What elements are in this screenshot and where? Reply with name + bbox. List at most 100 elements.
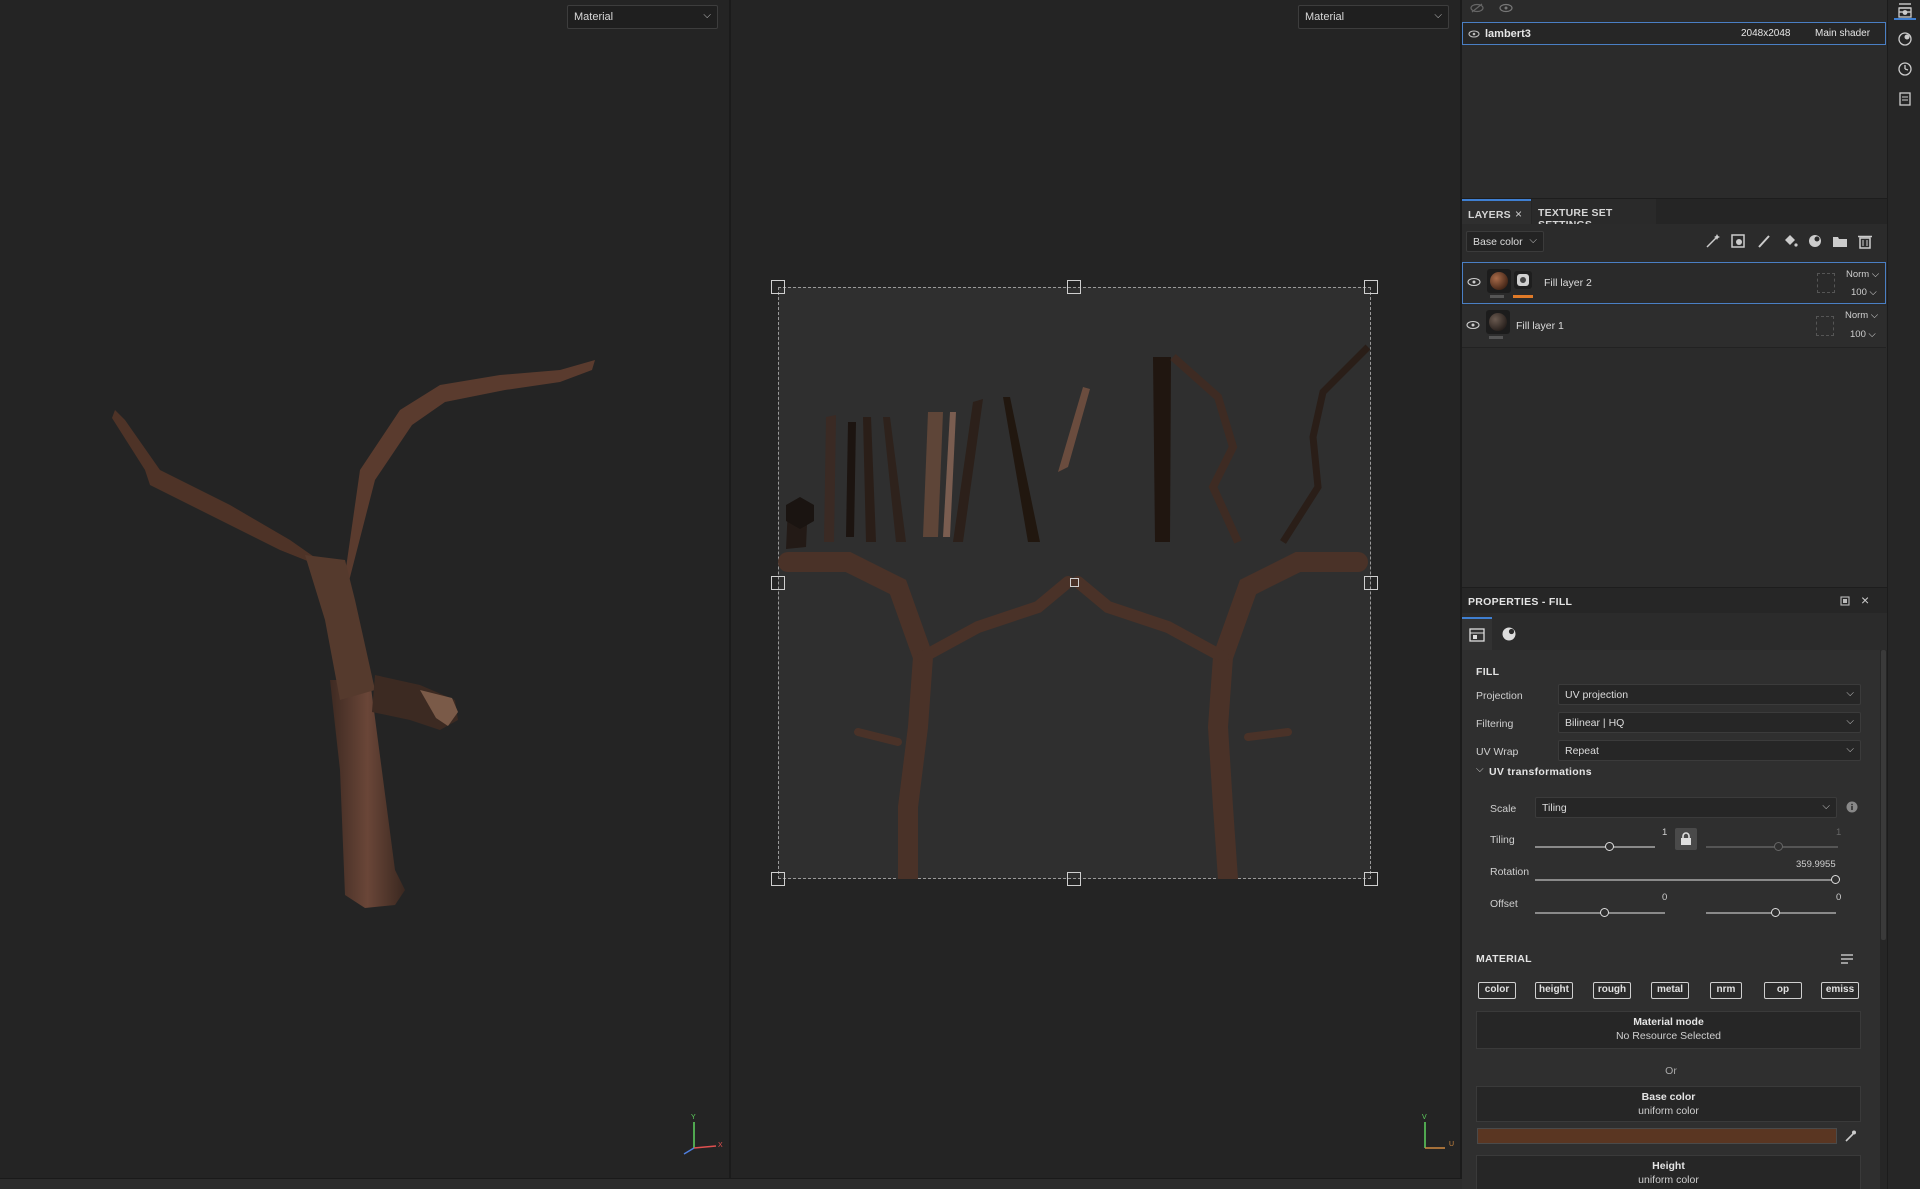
scrollbar-thumb[interactable] [1881, 650, 1886, 940]
right-viewport-mode-select[interactable]: Material ⌵ [1298, 5, 1449, 29]
opacity-value: 100 [1850, 329, 1866, 340]
layer-material-thumbnail[interactable] [1486, 310, 1510, 334]
fill-bucket-icon[interactable] [1782, 233, 1798, 249]
handle-br[interactable] [1364, 872, 1378, 886]
eye-icon[interactable] [1466, 320, 1480, 330]
tiling-u-slider[interactable] [1535, 846, 1655, 848]
projection-select[interactable]: UV projection ⌵ [1558, 684, 1861, 705]
chevron-down-icon: ⌵ [1822, 801, 1830, 812]
right-viewport-mode-value: Material [1305, 11, 1345, 23]
texture-set-toolbar [1462, 0, 1887, 22]
opacity-value: 100 [1851, 287, 1867, 298]
magic-wand-icon[interactable] [1705, 233, 1721, 249]
layer-row[interactable]: Fill layer 1 Norm ⌵ 100 ⌵ [1462, 306, 1886, 348]
eye-icon[interactable] [1498, 2, 1514, 14]
rotation-knob[interactable] [1831, 875, 1840, 884]
tiling-v-value: 1 [1836, 827, 1842, 838]
camera-icon[interactable] [1897, 4, 1913, 20]
handle-bl[interactable] [771, 872, 785, 886]
add-mask-icon[interactable] [1730, 233, 1746, 249]
texture-set-shader: Main shader [1815, 28, 1871, 39]
height-title: Height [1652, 1160, 1685, 1172]
uv-transformations-toggle[interactable]: ⌵ UV transformations [1476, 764, 1676, 780]
chevron-down-icon: ⌵ [1529, 235, 1537, 246]
folder-icon[interactable] [1832, 233, 1848, 249]
undock-icon[interactable] [1840, 596, 1850, 606]
opacity-select[interactable]: 100 ⌵ [1850, 329, 1876, 340]
handle-ml[interactable] [771, 576, 785, 590]
channel-chip-emiss[interactable]: emiss [1821, 982, 1859, 999]
tab-texture-set-settings[interactable]: TEXTURE SET SETTINGS [1532, 199, 1656, 231]
projection-value: UV projection [1565, 689, 1629, 701]
handle-mr[interactable] [1364, 576, 1378, 590]
channel-chip-height[interactable]: height [1535, 982, 1573, 999]
handle-bc[interactable] [1067, 872, 1081, 886]
log-icon[interactable] [1897, 91, 1913, 107]
2d-viewport[interactable]: Material ⌵ V U [731, 0, 1460, 1178]
eyedropper-icon[interactable] [1843, 1129, 1857, 1143]
layer-row[interactable]: Fill layer 2 Norm ⌵ 100 ⌵ [1462, 262, 1886, 304]
lock-icon [1681, 832, 1691, 845]
channel-select[interactable]: Base color ⌵ [1466, 231, 1544, 252]
history-icon[interactable] [1897, 61, 1913, 77]
tiling-u-knob[interactable] [1605, 842, 1614, 851]
rotation-slider[interactable] [1535, 879, 1835, 881]
channel-chip-color[interactable]: color [1478, 982, 1516, 999]
paint-brush-icon[interactable] [1756, 233, 1772, 249]
opacity-select[interactable]: 100 ⌵ [1851, 287, 1877, 298]
base-color-box[interactable]: Base color uniform color [1476, 1086, 1861, 1122]
channel-chip-metal[interactable]: metal [1651, 982, 1689, 999]
close-icon[interactable]: × [1861, 592, 1869, 608]
filtering-select[interactable]: Bilinear | HQ ⌵ [1558, 712, 1861, 733]
uvwrap-label: UV Wrap [1476, 746, 1519, 758]
right-panel: lambert3 2048x2048 Main shader LAYERS × … [1462, 0, 1887, 1189]
layer-blend-preview [1817, 273, 1835, 293]
smart-material-icon[interactable] [1807, 233, 1823, 249]
eye-hidden-icon[interactable] [1469, 2, 1485, 14]
info-icon[interactable] [1846, 801, 1858, 813]
tiling-lock-button[interactable] [1675, 828, 1697, 850]
channel-chip-rough[interactable]: rough [1593, 982, 1631, 999]
base-color-swatch[interactable] [1477, 1128, 1837, 1144]
handle-tr[interactable] [1364, 280, 1378, 294]
close-icon[interactable]: × [1515, 207, 1522, 221]
tab-material-properties[interactable] [1494, 617, 1524, 650]
filtering-value: Bilinear | HQ [1565, 717, 1625, 729]
properties-scrollbar[interactable] [1880, 650, 1887, 1189]
tiling-v-knob[interactable] [1774, 842, 1783, 851]
uvwrap-select[interactable]: Repeat ⌵ [1558, 740, 1861, 761]
offset-v-knob[interactable] [1771, 908, 1780, 917]
layers-list: Fill layer 2 Norm ⌵ 100 ⌵ Fill layer 1 N… [1462, 258, 1887, 580]
fill-section-title: FILL [1476, 666, 1500, 678]
display-settings-icon[interactable] [1897, 31, 1913, 47]
offset-u-knob[interactable] [1600, 908, 1609, 917]
channel-chip-op[interactable]: op [1764, 982, 1802, 999]
scale-select[interactable]: Tiling ⌵ [1535, 797, 1837, 818]
tab-layers[interactable]: LAYERS × [1462, 199, 1531, 225]
eye-icon[interactable] [1468, 29, 1480, 39]
blend-mode-select[interactable]: Norm ⌵ [1846, 269, 1879, 280]
layers-toolbar: Base color ⌵ [1462, 224, 1887, 258]
tiling-v-slider[interactable] [1706, 846, 1838, 848]
handle-tc[interactable] [1067, 280, 1081, 294]
channel-chip-nrm[interactable]: nrm [1710, 982, 1742, 999]
3d-viewport[interactable]: Material ⌵ Y X [0, 0, 729, 1178]
layer-name[interactable]: Fill layer 2 [1544, 277, 1592, 289]
eye-icon[interactable] [1467, 277, 1481, 287]
material-section-title: MATERIAL [1476, 953, 1532, 965]
blend-mode-select[interactable]: Norm ⌵ [1845, 310, 1878, 321]
right-icon-bar [1887, 0, 1920, 1189]
texture-set-row[interactable]: lambert3 2048x2048 Main shader [1462, 22, 1886, 45]
projection-label: Projection [1476, 690, 1523, 702]
layer-mask-thumbnail[interactable] [1514, 271, 1532, 289]
layer-name[interactable]: Fill layer 1 [1516, 320, 1564, 332]
tab-fill-properties[interactable] [1462, 617, 1492, 650]
trash-icon[interactable] [1857, 233, 1873, 249]
material-mode-box[interactable]: Material mode No Resource Selected [1476, 1011, 1861, 1049]
handle-tl[interactable] [771, 280, 785, 294]
handle-center[interactable] [1070, 578, 1079, 587]
axis-gizmo-3d [683, 1122, 717, 1155]
height-box[interactable]: Height uniform color [1476, 1155, 1861, 1189]
layer-material-thumbnail[interactable] [1487, 269, 1511, 293]
material-menu-icon[interactable] [1840, 952, 1854, 966]
